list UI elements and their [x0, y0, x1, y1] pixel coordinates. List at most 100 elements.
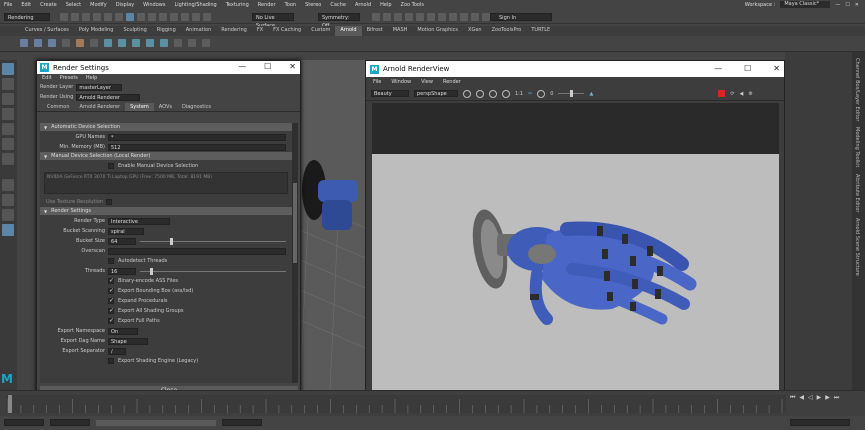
render-layer-dropdown[interactable]: masterLayer — [76, 83, 123, 91]
render-settings-titlebar[interactable]: M Render Settings — ☐ ✕ — [37, 61, 300, 74]
close-icon[interactable]: ✕ — [289, 62, 296, 71]
manual-device-frame[interactable]: ▼ Manual Device Selection (Local Render) — [40, 152, 292, 160]
select-tool-icon[interactable] — [2, 63, 14, 75]
renderview-titlebar[interactable]: M Arnold RenderView — ☐ ✕ — [366, 61, 784, 77]
shelf-tab-xgen[interactable]: XGen — [463, 26, 487, 36]
undo-icon[interactable] — [93, 13, 101, 21]
snap-grid-icon[interactable] — [148, 13, 156, 21]
camera-dropdown[interactable]: perspShape — [414, 90, 458, 97]
shelf-tab-zootoolspro[interactable]: ZooToolsPro — [487, 26, 527, 36]
export-namespace-dropdown[interactable]: On — [108, 327, 138, 335]
menu-item-file[interactable]: File — [4, 2, 12, 8]
render-icon[interactable] — [372, 13, 380, 21]
save-scene-icon[interactable] — [82, 13, 90, 21]
shelf-tab-animation[interactable]: Animation — [181, 26, 217, 36]
shelf-tab-fx[interactable]: FX — [252, 26, 268, 36]
tab-system[interactable]: System — [125, 103, 154, 111]
gpu-list-box[interactable]: NVIDIA GeForce RTX 3070 Ti Laptop GPU (F… — [44, 172, 288, 194]
shelf-tab-polymodeling[interactable]: Poly Modeling — [74, 26, 119, 36]
export-checkbox[interactable] — [108, 297, 114, 304]
tab-arnoldrenderer[interactable]: Arnold Renderer — [75, 103, 126, 111]
rs-menu-item[interactable]: Help — [86, 75, 97, 81]
range-slider[interactable] — [96, 420, 216, 426]
hypershade-icon[interactable] — [405, 13, 413, 21]
menu-item-arnold[interactable]: Arnold — [355, 2, 371, 8]
menu-item-lightingshading[interactable]: Lighting/Shading — [174, 2, 216, 8]
shelf-tool-icon[interactable] — [188, 39, 196, 47]
snap-point-icon[interactable] — [170, 13, 178, 21]
menu-item-edit[interactable]: Edit — [21, 2, 31, 8]
export-checkbox[interactable] — [108, 287, 114, 294]
select-hierarchy-icon[interactable] — [115, 13, 123, 21]
exposure-slider[interactable] — [558, 90, 585, 97]
last-tool-icon[interactable] — [2, 153, 14, 165]
export-checkbox[interactable] — [108, 317, 114, 324]
color-picker-icon[interactable]: ▲ — [589, 91, 593, 97]
menu-item-modify[interactable]: Modify — [90, 2, 107, 8]
single-view-icon[interactable] — [2, 179, 14, 191]
rotate-tool-icon[interactable] — [2, 123, 14, 135]
persp-outliner-icon[interactable] — [2, 209, 14, 221]
start-frame-field[interactable] — [4, 419, 44, 426]
texture-res-checkbox[interactable] — [106, 199, 112, 205]
time-slider[interactable]: ⏮ ◀ ◁ ▶ ▶ ⏭ — [0, 390, 865, 416]
symmetry-dropdown[interactable]: Symmetry: Off — [318, 13, 360, 29]
live-surface-field[interactable]: No Live Surface — [252, 13, 294, 29]
rv-menu-item[interactable]: Window — [391, 79, 411, 85]
scrollbar-thumb[interactable] — [293, 183, 297, 263]
side-tab[interactable]: Attribute Editor — [854, 174, 860, 212]
auto-device-frame[interactable]: ▼ Automatic Device Selection — [40, 123, 292, 131]
shelf-tab-sculpting[interactable]: Sculpting — [118, 26, 151, 36]
shelf-tool-icon[interactable] — [104, 39, 112, 47]
autodetect-checkbox[interactable] — [108, 258, 114, 264]
shelf-tab-bifrost[interactable]: Bifrost — [362, 26, 388, 36]
snap-surface-icon[interactable] — [192, 13, 200, 21]
shelf-tab-motiongraphics[interactable]: Motion Graphics — [412, 26, 463, 36]
export-checkbox[interactable] — [108, 307, 114, 314]
slider-knob[interactable] — [170, 237, 173, 245]
render-type-dropdown[interactable]: Interactive — [108, 217, 170, 225]
shelf-tab-arnold[interactable]: Arnold — [335, 26, 362, 36]
blue-channel-icon[interactable] — [489, 89, 497, 98]
toggle-panel-icon[interactable] — [471, 13, 479, 21]
redo-icon[interactable] — [104, 13, 112, 21]
render-settings-scrollbar[interactable] — [292, 123, 298, 383]
step-forward-icon[interactable]: ▶ — [825, 394, 830, 402]
rv-menu-item[interactable]: Render — [443, 79, 461, 85]
camera-icon[interactable] — [427, 13, 435, 21]
slider-knob[interactable] — [570, 90, 574, 97]
shelf-tool-icon[interactable] — [132, 39, 140, 47]
alpha-channel-icon[interactable] — [502, 89, 510, 98]
close-icon[interactable]: ✕ — [855, 2, 859, 8]
export-checkbox[interactable] — [108, 277, 114, 284]
maximize-icon[interactable]: ☐ — [264, 62, 271, 71]
shelf-tab-mash[interactable]: MASH — [388, 26, 413, 36]
menu-item-toon[interactable]: Toon — [285, 2, 297, 8]
side-tab[interactable]: Channel Box/Layer Editor — [854, 58, 860, 121]
move-tool-icon[interactable] — [2, 108, 14, 120]
ipr-render-icon[interactable] — [383, 13, 391, 21]
bucket-scanning-dropdown[interactable]: spiral — [108, 227, 144, 235]
playblast-icon[interactable] — [449, 13, 457, 21]
shelf-tool-icon[interactable] — [90, 39, 98, 47]
minimize-icon[interactable]: — — [835, 2, 840, 8]
light-icon[interactable] — [438, 13, 446, 21]
scale-tool-icon[interactable] — [2, 138, 14, 150]
rs-menu-item[interactable]: Edit — [42, 75, 52, 81]
play-back-icon[interactable]: ◁ — [808, 394, 813, 402]
shelf-tab-custom[interactable]: Custom — [306, 26, 335, 36]
layout-icon[interactable] — [2, 224, 14, 236]
enable-manual-checkbox[interactable] — [108, 163, 114, 169]
stop-render-icon[interactable] — [718, 90, 726, 97]
menu-item-cache[interactable]: Cache — [330, 2, 346, 8]
min-memory-field[interactable]: 512 — [108, 143, 286, 151]
menu-item-windows[interactable]: Windows — [143, 2, 165, 8]
render-canvas[interactable] — [372, 154, 779, 396]
menu-item-display[interactable]: Display — [116, 2, 134, 8]
step-back-icon[interactable]: ◀ — [799, 394, 804, 402]
range-start-field[interactable] — [50, 419, 90, 426]
four-view-icon[interactable] — [2, 194, 14, 206]
shelf-tool-icon[interactable] — [62, 39, 70, 47]
exposure-icon[interactable] — [537, 89, 546, 98]
open-scene-icon[interactable] — [71, 13, 79, 21]
